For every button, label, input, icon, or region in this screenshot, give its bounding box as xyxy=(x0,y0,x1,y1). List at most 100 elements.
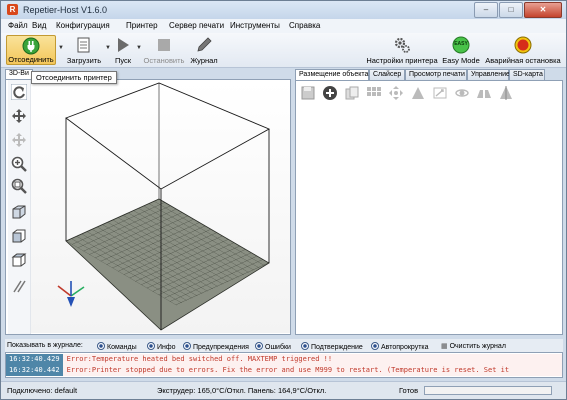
load-label: Загрузить xyxy=(66,56,102,65)
radio-icon xyxy=(301,342,309,350)
maximize-button[interactable]: □ xyxy=(499,2,523,18)
3d-view-panel xyxy=(5,79,291,335)
rotate-object-icon[interactable] xyxy=(454,85,470,101)
center-object-icon[interactable] xyxy=(388,85,404,101)
log-button[interactable]: Журнал xyxy=(188,35,220,65)
menu-tools[interactable]: Инструменты xyxy=(230,21,280,30)
run-button[interactable]: Пуск xyxy=(111,35,135,65)
menu-help[interactable]: Справка xyxy=(289,21,320,30)
move-icon[interactable] xyxy=(11,108,27,124)
menu-config[interactable]: Конфигурация xyxy=(56,21,110,30)
connection-status: Подключено: default xyxy=(7,386,78,395)
tooltip: Отсоединить принтер xyxy=(31,71,117,84)
autoposition-icon[interactable] xyxy=(366,85,382,101)
radio-icon xyxy=(97,342,105,350)
radio-icon xyxy=(147,342,155,350)
view-top-icon[interactable] xyxy=(11,252,27,268)
filter-autoscroll[interactable]: Автопрокрутка xyxy=(371,342,429,351)
3d-viewport[interactable] xyxy=(31,81,290,333)
play-icon xyxy=(118,38,129,52)
easy-mode-button[interactable]: EASY Easy Mode xyxy=(442,35,480,65)
emergency-label: Аварийная остановка xyxy=(485,56,561,65)
zoom-in-icon[interactable] xyxy=(11,156,27,172)
radio-icon xyxy=(255,342,263,350)
log-message: Error:Printer stopped due to errors. Fix… xyxy=(66,366,510,374)
run-label: Пуск xyxy=(114,56,132,65)
log-message: Error:Temperature heated bed switched of… xyxy=(66,355,333,363)
gear-icon xyxy=(394,37,410,53)
app-window: R Repetier-Host V1.6.0 – □ ✕ Файл Вид Ко… xyxy=(0,0,567,400)
print-progress-bar xyxy=(424,386,552,395)
object-toolbar xyxy=(298,83,560,103)
print-bed xyxy=(65,198,270,331)
easy-mode-label: Easy Mode xyxy=(442,56,480,65)
disconnect-button[interactable]: Отсоединить xyxy=(6,35,56,65)
filter-ack[interactable]: Подтверждение xyxy=(301,342,363,351)
clear-icon: ▦ xyxy=(441,343,450,350)
tab-print-preview[interactable]: Просмотр печати xyxy=(405,69,467,80)
easy-badge-text: EASY xyxy=(454,41,468,47)
window-controls: – □ ✕ xyxy=(473,2,562,18)
menu-view[interactable]: Вид xyxy=(32,21,46,30)
log-row: 16:32:40.429 Error:Temperature heated bed… xyxy=(6,354,562,365)
cut-object-icon[interactable] xyxy=(498,85,514,101)
zoom-fit-icon[interactable] xyxy=(11,178,27,194)
menu-bar: Файл Вид Конфигурация Принтер Сервер печ… xyxy=(1,19,566,34)
radio-icon xyxy=(183,342,191,350)
save-icon[interactable] xyxy=(300,85,316,101)
menu-file[interactable]: Файл xyxy=(8,21,28,30)
view-iso-icon[interactable] xyxy=(11,204,27,220)
emergency-stop-button[interactable]: Аварийная остановка xyxy=(485,35,561,65)
stop-button[interactable]: Остановить xyxy=(143,35,185,65)
close-button[interactable]: ✕ xyxy=(524,2,562,18)
log-filter-bar: Показывать в журнале: Команды Инфо Преду… xyxy=(5,339,563,352)
clear-log-button[interactable]: ▦ Очистить журнал xyxy=(441,342,506,350)
view-toolbar xyxy=(8,80,31,334)
add-icon[interactable] xyxy=(322,85,338,101)
rotate-icon[interactable] xyxy=(11,84,27,100)
stop-label: Остановить xyxy=(143,56,185,65)
radio-icon xyxy=(371,342,379,350)
open-file-icon xyxy=(77,37,90,53)
window-title: Repetier-Host V1.6.0 xyxy=(23,5,108,15)
printer-settings-label: Настройки принтера xyxy=(366,56,438,65)
log-label: Журнал xyxy=(190,56,218,65)
minimize-button[interactable]: – xyxy=(474,2,498,18)
move-object-icon[interactable] xyxy=(11,132,27,148)
log-time: 16:32:40.442 xyxy=(6,365,63,376)
mirror-icon[interactable] xyxy=(476,85,492,101)
log-row: 16:32:40.442 Error:Printer stopped due to… xyxy=(6,365,562,376)
object-placement-panel xyxy=(295,80,563,335)
filter-info[interactable]: Инфо xyxy=(147,342,176,351)
printer-settings-button[interactable]: Настройки принтера xyxy=(366,35,438,65)
scale-icon[interactable] xyxy=(432,85,448,101)
title-bar: R Repetier-Host V1.6.0 – □ ✕ xyxy=(1,1,566,19)
filter-errors[interactable]: Ошибки xyxy=(255,342,291,351)
ready-status: Готов xyxy=(399,386,419,395)
pencil-icon xyxy=(197,37,212,52)
drop-to-bed-icon[interactable] xyxy=(410,85,426,101)
tab-3d-view[interactable]: 3D-Ви xyxy=(5,69,33,79)
emergency-stop-icon xyxy=(514,36,532,54)
parallel-view-icon[interactable] xyxy=(11,278,27,294)
chevron-down-icon[interactable]: ▼ xyxy=(136,45,142,51)
tab-slicer[interactable]: Слайсер xyxy=(369,69,405,80)
view-front-icon[interactable] xyxy=(11,228,27,244)
filter-commands[interactable]: Команды xyxy=(97,342,137,351)
log-time: 16:32:40.429 xyxy=(6,354,63,365)
status-bar: Подключено: default Экструдер: 165,0°C/О… xyxy=(1,381,566,399)
log-output[interactable]: 16:32:40.429 Error:Temperature heated bed… xyxy=(5,352,563,378)
axis-gizmo xyxy=(57,281,85,307)
disconnect-label: Отсоединить xyxy=(8,55,54,64)
tab-sd-card[interactable]: SD-карта xyxy=(509,69,545,80)
filter-warnings[interactable]: Предупреждения xyxy=(183,342,249,351)
print-bed-scene xyxy=(57,82,271,331)
log-show-label: Показывать в журнале: xyxy=(7,342,83,349)
tab-control[interactable]: Управление xyxy=(467,69,510,80)
copy-icon[interactable] xyxy=(344,85,360,101)
menu-printer[interactable]: Принтер xyxy=(126,21,158,30)
app-icon: R xyxy=(7,4,18,15)
toolbar: Отсоединить ▼ Загрузить ▼ Пуск ▼ Останов… xyxy=(1,33,566,68)
load-button[interactable]: Загрузить xyxy=(64,35,104,65)
menu-print-server[interactable]: Сервер печати xyxy=(169,21,224,30)
